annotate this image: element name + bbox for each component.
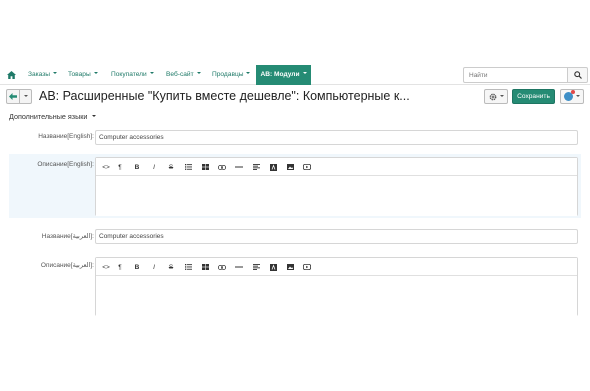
image-button[interactable] [284, 161, 296, 173]
text-color-button[interactable] [267, 161, 279, 173]
horizontal-rule-icon [235, 166, 243, 168]
name-en-row: Название[English]: [9, 130, 581, 147]
nav-products-label: Товары [68, 71, 91, 78]
editor-toolbar: <> ¶ B I S [96, 258, 577, 276]
search-input[interactable] [463, 67, 568, 83]
additional-languages-toggle[interactable]: Дополнительные языки [9, 112, 97, 121]
link-icon [218, 164, 226, 170]
text-color-button[interactable] [267, 261, 279, 273]
horizontal-rule-button[interactable] [233, 161, 245, 173]
title-bar: AB: Расширенные "Купить вместе дешевле":… [0, 86, 590, 107]
video-button[interactable] [301, 161, 313, 173]
table-button[interactable] [199, 161, 211, 173]
gear-icon [489, 93, 496, 100]
name-ar-row: Название[العربية]: [9, 229, 581, 246]
nav-website[interactable]: Веб-сайт [166, 65, 201, 85]
page-title: AB: Расширенные "Купить вместе дешевле":… [39, 89, 410, 103]
editor-toolbar: <> ¶ B I S [96, 158, 577, 176]
chevron-down-icon [149, 72, 154, 75]
chevron-down-icon [499, 94, 504, 97]
chevron-down-icon [92, 115, 97, 118]
unordered-list-button[interactable] [182, 261, 194, 273]
bold-button[interactable]: B [131, 261, 143, 273]
strikethrough-button[interactable]: S [165, 261, 177, 273]
nav-ab-modules-label: AB: Модули [260, 71, 300, 78]
home-icon[interactable] [4, 68, 18, 82]
text-color-icon [269, 263, 277, 271]
save-button[interactable]: Сохранить [512, 89, 555, 104]
align-left-icon [252, 264, 260, 270]
name-en-label: Название[English]: [38, 133, 94, 140]
section-title-label: Дополнительные языки [9, 112, 88, 121]
chevron-down-icon [196, 72, 201, 75]
description-en-block: Описание[English]: <> ¶ B I S [9, 154, 581, 218]
code-view-button[interactable]: <> [100, 161, 112, 173]
align-button[interactable] [250, 161, 262, 173]
nav-products[interactable]: Товары [68, 65, 98, 85]
search-icon [573, 71, 582, 79]
name-ar-input[interactable] [95, 229, 578, 244]
description-ar-editor: <> ¶ B I S [95, 257, 578, 316]
top-navbar: Заказы Товары Покупатели Веб-сайт Продав… [0, 65, 590, 85]
nav-vendors[interactable]: Продавцы [212, 65, 251, 85]
table-button[interactable] [199, 261, 211, 273]
chevron-down-icon [576, 94, 580, 97]
chevron-down-icon [302, 72, 307, 75]
table-icon [201, 164, 209, 170]
name-en-input[interactable] [95, 130, 578, 145]
align-left-icon [252, 164, 260, 170]
back-dropdown-button[interactable] [20, 89, 32, 104]
align-button[interactable] [250, 261, 262, 273]
nav-customers[interactable]: Покупатели [111, 65, 154, 85]
nav-customers-label: Покупатели [111, 71, 147, 78]
description-ar-row: Описание[العربية]: <> ¶ B I S [9, 256, 581, 316]
italic-button[interactable]: I [148, 161, 160, 173]
description-en-label: Описание[English]: [37, 161, 94, 168]
chevron-down-icon [53, 72, 58, 75]
link-button[interactable] [216, 261, 228, 273]
nav-orders[interactable]: Заказы [28, 65, 58, 85]
paragraph-button[interactable]: ¶ [114, 261, 126, 273]
search-button[interactable] [568, 67, 588, 83]
video-icon [303, 164, 311, 170]
link-icon [218, 264, 226, 270]
notification-dot [571, 90, 575, 94]
unordered-list-button[interactable] [182, 161, 194, 173]
globe-icon [564, 90, 575, 101]
chevron-down-icon [246, 72, 251, 75]
video-icon [303, 264, 311, 270]
description-en-textarea[interactable] [96, 176, 577, 216]
text-color-icon [269, 163, 277, 171]
image-button[interactable] [284, 261, 296, 273]
image-icon [286, 264, 294, 270]
description-ar-label: Описание[العربية]: [40, 262, 94, 269]
table-icon [201, 264, 209, 270]
arrow-left-icon [9, 93, 17, 100]
horizontal-rule-button[interactable] [233, 261, 245, 273]
strikethrough-button[interactable]: S [165, 161, 177, 173]
bold-button[interactable]: B [131, 161, 143, 173]
nav-ab-modules[interactable]: AB: Модули [256, 65, 311, 85]
name-ar-label: Название[العربية]: [41, 233, 94, 240]
nav-website-label: Веб-сайт [166, 71, 194, 78]
horizontal-rule-icon [235, 266, 243, 268]
nav-vendors-label: Продавцы [212, 71, 244, 78]
italic-button[interactable]: I [148, 261, 160, 273]
description-en-editor: <> ¶ B I S [95, 157, 578, 216]
description-ar-textarea[interactable] [96, 276, 577, 316]
settings-button[interactable] [484, 89, 508, 104]
list-icon [184, 164, 192, 170]
nav-orders-label: Заказы [28, 71, 51, 78]
link-button[interactable] [216, 161, 228, 173]
list-icon [184, 264, 192, 270]
code-view-button[interactable]: <> [100, 261, 112, 273]
chevron-down-icon [23, 94, 28, 97]
video-button[interactable] [301, 261, 313, 273]
image-icon [286, 164, 294, 170]
chevron-down-icon [93, 72, 98, 75]
language-selector[interactable] [560, 89, 584, 104]
back-button[interactable] [6, 89, 20, 104]
paragraph-button[interactable]: ¶ [114, 161, 126, 173]
